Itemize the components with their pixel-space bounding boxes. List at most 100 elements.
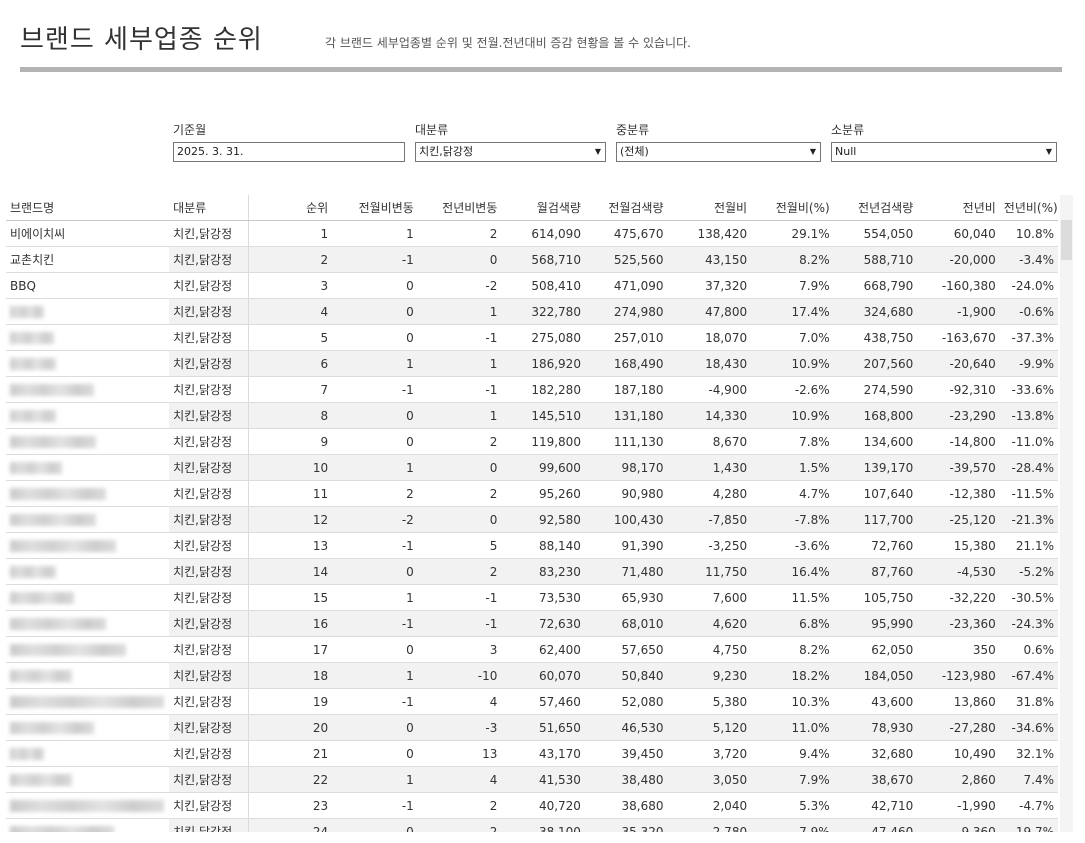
table-row[interactable]: 치킨,닭강정 20 0 -3 51,650 46,530 5,120 11.0% 78,930-… bbox=[6, 714, 1058, 741]
base-month-input[interactable]: 2025. 3. 31. bbox=[173, 142, 405, 162]
header-mom[interactable]: 전월비 bbox=[667, 195, 752, 221]
table-row[interactable]: 치킨,닭강정 12 -2 0 92,580 100,430 -7,850 -7.8% 117,7… bbox=[6, 506, 1058, 533]
cell-brand-name bbox=[6, 376, 170, 403]
cell-value: 10.9% bbox=[751, 402, 834, 429]
cell-value: -92,310 bbox=[917, 376, 1000, 403]
header-mom-pct[interactable]: 전월비(%) bbox=[751, 195, 834, 221]
cell-value: 62,050 bbox=[833, 636, 918, 663]
header-yoy[interactable]: 전년비 bbox=[917, 195, 1000, 221]
table-row[interactable]: 치킨,닭강정 19 -1 4 57,460 52,080 5,380 10.3% 43,600 1… bbox=[6, 688, 1058, 715]
cell-value: 145,510 bbox=[501, 402, 585, 429]
cell-value: 0 bbox=[417, 246, 502, 273]
table-row[interactable]: 치킨,닭강정 13 -1 5 88,140 91,390 -3,250 -3.6% 72,760… bbox=[6, 532, 1058, 559]
cell-value: -0.6% bbox=[999, 298, 1058, 325]
minor-category-dropdown[interactable]: Null ▼ bbox=[831, 142, 1057, 162]
cell-major-category: 치킨,닭강정 bbox=[169, 636, 249, 663]
major-category-dropdown[interactable]: 치킨,닭강정 ▼ bbox=[415, 142, 606, 162]
cell-value: 168,490 bbox=[584, 350, 668, 377]
header-prev-year-search[interactable]: 전년검색량 bbox=[833, 195, 918, 221]
cell-value: 60,070 bbox=[501, 662, 585, 689]
cell-value: 134,600 bbox=[833, 428, 918, 455]
cell-value: 350 bbox=[917, 636, 1000, 663]
major-category-label: 대분류 bbox=[415, 123, 449, 137]
table-row[interactable]: 교촌치킨 치킨,닭강정 2 -1 0 568,710 525,560 43,150 8.2% 58… bbox=[6, 246, 1058, 273]
cell-value: -67.4% bbox=[999, 662, 1058, 689]
cell-value: 1 bbox=[332, 454, 418, 481]
cell-value: 7.4% bbox=[999, 766, 1058, 793]
cell-value: -30.5% bbox=[999, 584, 1058, 611]
header-brand[interactable]: 브랜드명 bbox=[6, 195, 170, 221]
cell-value: 100,430 bbox=[584, 506, 668, 533]
table-row[interactable]: 치킨,닭강정 6 1 1 186,920 168,490 18,430 10.9% 207,56… bbox=[6, 350, 1058, 377]
table-row[interactable]: 치킨,닭강정 10 1 0 99,600 98,170 1,430 1.5% 139,170 -3… bbox=[6, 454, 1058, 481]
header-monthly-search[interactable]: 월검색량 bbox=[501, 195, 585, 221]
table-row[interactable]: 비에이치씨 치킨,닭강정 1 1 2 614,090 475,670 138,420 29.1%… bbox=[6, 220, 1058, 247]
cell-major-category: 치킨,닭강정 bbox=[169, 272, 249, 299]
cell-value: 2 bbox=[248, 246, 333, 273]
cell-value: 24 bbox=[248, 818, 333, 832]
redacted-brand-name bbox=[10, 826, 114, 832]
cell-value: -4.7% bbox=[999, 792, 1058, 819]
table-row[interactable]: 치킨,닭강정 8 0 1 145,510 131,180 14,330 10.9% 168,80… bbox=[6, 402, 1058, 429]
cell-brand-name bbox=[6, 636, 170, 663]
table-row[interactable]: 치킨,닭강정 22 1 4 41,530 38,480 3,050 7.9% 38,670 2,8… bbox=[6, 766, 1058, 793]
table-row[interactable]: 치킨,닭강정 18 1 -10 60,070 50,840 9,230 18.2% 184,05… bbox=[6, 662, 1058, 689]
cell-major-category: 치킨,닭강정 bbox=[169, 246, 249, 273]
page-subtitle: 각 브랜드 세부업종별 순위 및 전월.전년대비 증감 현황을 볼 수 있습니다… bbox=[325, 36, 691, 50]
cell-value: -39,570 bbox=[917, 454, 1000, 481]
cell-value: 90,980 bbox=[584, 480, 668, 507]
table-row[interactable]: 치킨,닭강정 24 0 -2 38,100 35,320 2,780 7.9% 47,460 -9… bbox=[6, 818, 1058, 832]
cell-value: -12,380 bbox=[917, 480, 1000, 507]
cell-value: -3.4% bbox=[999, 246, 1058, 273]
cell-value: 1.5% bbox=[751, 454, 834, 481]
table-row[interactable]: 치킨,닭강정 9 0 2 119,800 111,130 8,670 7.8% 134,600-… bbox=[6, 428, 1058, 455]
header-major[interactable]: 대분류 bbox=[169, 195, 249, 221]
redacted-brand-name bbox=[10, 540, 116, 552]
table-row[interactable]: 치킨,닭강정 21 0 13 43,170 39,450 3,720 9.4% 32,680 10… bbox=[6, 740, 1058, 767]
cell-value: 5.3% bbox=[751, 792, 834, 819]
cell-value: -160,380 bbox=[917, 272, 1000, 299]
cell-value: 1 bbox=[332, 584, 418, 611]
table-row[interactable]: 치킨,닭강정 16 -1 -1 72,630 68,010 4,620 6.8% 95,990-… bbox=[6, 610, 1058, 637]
table-row[interactable]: BBQ 치킨,닭강정 3 0 -2 508,410 471,090 37,320 7.9% 668… bbox=[6, 272, 1058, 299]
cell-major-category: 치킨,닭강정 bbox=[169, 532, 249, 559]
chevron-down-icon: ▼ bbox=[809, 147, 816, 156]
cell-value: 0 bbox=[332, 402, 418, 429]
cell-value: -7.8% bbox=[751, 506, 834, 533]
header-prev-month-search[interactable]: 전월검색량 bbox=[584, 195, 668, 221]
cell-brand-name bbox=[6, 766, 170, 793]
table-row[interactable]: 치킨,닭강정 5 0 -1 275,080 257,010 18,070 7.0% 438,75… bbox=[6, 324, 1058, 351]
header-yoy-change[interactable]: 전년비변동 bbox=[417, 195, 502, 221]
table-row[interactable]: 치킨,닭강정 7 -1 -1 182,280 187,180 -4,900 -2.6% 274,… bbox=[6, 376, 1058, 403]
middle-category-dropdown[interactable]: (전체) ▼ bbox=[616, 142, 821, 162]
cell-value: 5 bbox=[417, 532, 502, 559]
header-rank[interactable]: 순위 bbox=[248, 195, 333, 221]
cell-value: -1 bbox=[417, 610, 502, 637]
header-yoy-pct[interactable]: 전년비(%) bbox=[999, 195, 1058, 221]
cell-value: 72,760 bbox=[833, 532, 918, 559]
cell-value: -4,530 bbox=[917, 558, 1000, 585]
cell-value: -11.0% bbox=[999, 428, 1058, 455]
header-mom-change[interactable]: 전월비변동 bbox=[332, 195, 418, 221]
table-row[interactable]: 치킨,닭강정 14 0 2 83,230 71,480 11,750 16.4% 87,760-… bbox=[6, 558, 1058, 585]
cell-major-category: 치킨,닭강정 bbox=[169, 428, 249, 455]
cell-value: 68,010 bbox=[584, 610, 668, 637]
scrollbar-thumb[interactable] bbox=[1061, 220, 1072, 260]
cell-value: -19.7% bbox=[999, 818, 1058, 832]
cell-value: 4,620 bbox=[667, 610, 752, 637]
cell-value: 4,280 bbox=[667, 480, 752, 507]
cell-value: 17.4% bbox=[751, 298, 834, 325]
table-row[interactable]: 치킨,닭강정 4 0 1 322,780 274,980 47,800 17.4% 324,68… bbox=[6, 298, 1058, 325]
cell-value: 32.1% bbox=[999, 740, 1058, 767]
table-row[interactable]: 치킨,닭강정 11 2 2 95,260 90,980 4,280 4.7% 107,640 -1… bbox=[6, 480, 1058, 507]
cell-value: -11.5% bbox=[999, 480, 1058, 507]
cell-value: 207,560 bbox=[833, 350, 918, 377]
redacted-brand-name bbox=[10, 332, 54, 344]
cell-major-category: 치킨,닭강정 bbox=[169, 298, 249, 325]
cell-brand-name bbox=[6, 714, 170, 741]
cell-value: 274,590 bbox=[833, 376, 918, 403]
table-row[interactable]: 치킨,닭강정 23 -1 2 40,720 38,680 2,040 5.3% 42,710 -1… bbox=[6, 792, 1058, 819]
vertical-scrollbar[interactable] bbox=[1060, 195, 1073, 832]
table-row[interactable]: 치킨,닭강정 17 0 3 62,400 57,650 4,750 8.2% 62,050 350… bbox=[6, 636, 1058, 663]
table-row[interactable]: 치킨,닭강정 15 1 -1 73,530 65,930 7,600 11.5% 105,750… bbox=[6, 584, 1058, 611]
